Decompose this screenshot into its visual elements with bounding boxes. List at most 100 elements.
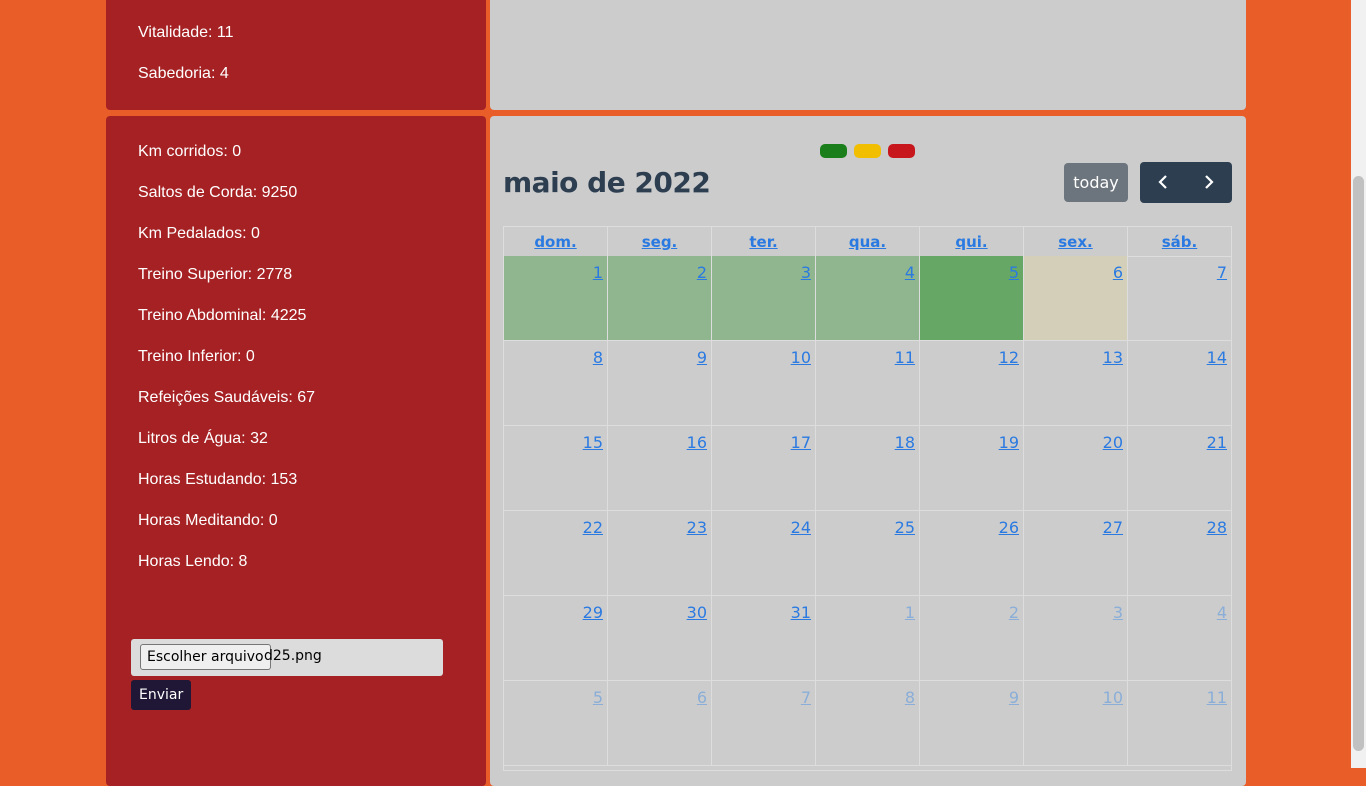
calendar-day-cell[interactable]: 31	[712, 596, 816, 681]
calendar-day-cell[interactable]: 4	[1128, 596, 1231, 681]
calendar-day-cell[interactable]: 5	[504, 681, 608, 766]
calendar-day-cell[interactable]: 3	[712, 256, 816, 341]
day-number-link[interactable]: 7	[1217, 263, 1227, 282]
prev-month-button[interactable]	[1140, 162, 1186, 203]
next-month-button[interactable]	[1186, 162, 1232, 203]
day-number-link[interactable]: 6	[697, 688, 707, 707]
calendar-day-cell[interactable]: 8	[816, 681, 920, 766]
today-button[interactable]: today	[1064, 163, 1128, 202]
scrollbar-thumb[interactable]	[1353, 176, 1364, 751]
calendar-day-cell[interactable]: 28	[1128, 511, 1231, 596]
day-number-link[interactable]: 3	[1113, 603, 1123, 622]
calendar-day-cell[interactable]: 18	[816, 426, 920, 511]
calendar-day-cell[interactable]: 7	[712, 681, 816, 766]
day-number-link[interactable]: 17	[791, 433, 811, 452]
day-number-link[interactable]: 30	[687, 603, 707, 622]
calendar-day-cell[interactable]: 13	[1024, 341, 1128, 426]
day-number-link[interactable]: 16	[687, 433, 707, 452]
calendar-day-cell[interactable]: 9	[920, 681, 1024, 766]
calendar-day-cell[interactable]: 20	[1024, 426, 1128, 511]
day-number-link[interactable]: 22	[583, 518, 603, 537]
calendar-day-cell[interactable]: 29	[504, 596, 608, 681]
day-number-link[interactable]: 15	[583, 433, 603, 452]
calendar-day-cell[interactable]: 14	[1128, 341, 1231, 426]
calendar-day-cell[interactable]: 10	[1024, 681, 1128, 766]
legend-yellow-dot	[854, 144, 881, 158]
day-number-link[interactable]: 13	[1103, 348, 1123, 367]
day-number-link[interactable]: 5	[1009, 263, 1019, 282]
calendar-day-cell[interactable]: 26	[920, 511, 1024, 596]
calendar-day-cell[interactable]: 21	[1128, 426, 1231, 511]
calendar-day-cell[interactable]: 17	[712, 426, 816, 511]
day-number-link[interactable]: 24	[791, 518, 811, 537]
day-number-link[interactable]: 21	[1207, 433, 1227, 452]
calendar-day-cell[interactable]: 16	[608, 426, 712, 511]
day-number-link[interactable]: 4	[905, 263, 915, 282]
day-number-link[interactable]: 8	[905, 688, 915, 707]
weekday-header[interactable]: seg.	[608, 227, 712, 257]
day-number-link[interactable]: 12	[999, 348, 1019, 367]
day-number-link[interactable]: 5	[593, 688, 603, 707]
day-number-link[interactable]: 31	[791, 603, 811, 622]
day-number-link[interactable]: 14	[1207, 348, 1227, 367]
day-number-link[interactable]: 1	[593, 263, 603, 282]
day-number-link[interactable]: 10	[1103, 688, 1123, 707]
choose-file-button[interactable]: Escolher arquivo	[140, 644, 271, 670]
calendar-day-cell[interactable]: 5	[920, 256, 1024, 341]
calendar-day-cell[interactable]: 24	[712, 511, 816, 596]
calendar-day-cell[interactable]: 7	[1128, 256, 1231, 341]
day-number-link[interactable]: 10	[791, 348, 811, 367]
calendar-day-cell[interactable]: 11	[1128, 681, 1231, 766]
day-number-link[interactable]: 7	[801, 688, 811, 707]
weekday-header[interactable]: qui.	[920, 227, 1024, 257]
day-number-link[interactable]: 6	[1113, 263, 1123, 282]
calendar-day-cell[interactable]: 8	[504, 341, 608, 426]
weekday-header[interactable]: sáb.	[1128, 227, 1231, 257]
calendar-day-cell[interactable]: 2	[608, 256, 712, 341]
calendar-day-cell[interactable]: 15	[504, 426, 608, 511]
day-number-link[interactable]: 18	[895, 433, 915, 452]
day-number-link[interactable]: 26	[999, 518, 1019, 537]
day-number-link[interactable]: 1	[905, 603, 915, 622]
weekday-header[interactable]: sex.	[1024, 227, 1128, 257]
calendar-day-cell[interactable]: 2	[920, 596, 1024, 681]
day-number-link[interactable]: 19	[999, 433, 1019, 452]
calendar-day-cell[interactable]: 19	[920, 426, 1024, 511]
calendar-day-cell[interactable]: 4	[816, 256, 920, 341]
day-number-link[interactable]: 9	[1009, 688, 1019, 707]
day-number-link[interactable]: 11	[895, 348, 915, 367]
day-number-link[interactable]: 11	[1207, 688, 1227, 707]
weekday-header[interactable]: dom.	[504, 227, 608, 257]
day-number-link[interactable]: 3	[801, 263, 811, 282]
day-number-link[interactable]: 2	[697, 263, 707, 282]
page-scrollbar[interactable]	[1351, 0, 1366, 768]
day-number-link[interactable]: 28	[1207, 518, 1227, 537]
day-number-link[interactable]: 25	[895, 518, 915, 537]
day-number-link[interactable]: 20	[1103, 433, 1123, 452]
calendar-day-cell[interactable]: 6	[608, 681, 712, 766]
calendar-day-cell[interactable]: 22	[504, 511, 608, 596]
calendar-day-cell[interactable]: 25	[816, 511, 920, 596]
day-number-link[interactable]: 29	[583, 603, 603, 622]
calendar-day-cell[interactable]: 23	[608, 511, 712, 596]
calendar-day-cell[interactable]: 1	[504, 256, 608, 341]
calendar-day-cell[interactable]: 1	[816, 596, 920, 681]
calendar-day-cell[interactable]: 30	[608, 596, 712, 681]
calendar-day-cell[interactable]: 27	[1024, 511, 1128, 596]
file-input[interactable]: Escolher arquivo d25.png	[131, 639, 443, 676]
weekday-header[interactable]: qua.	[816, 227, 920, 257]
calendar-day-cell[interactable]: 11	[816, 341, 920, 426]
submit-button[interactable]: Enviar	[131, 680, 192, 710]
day-number-link[interactable]: 2	[1009, 603, 1019, 622]
day-number-link[interactable]: 8	[593, 348, 603, 367]
calendar-day-cell[interactable]: 9	[608, 341, 712, 426]
day-number-link[interactable]: 27	[1103, 518, 1123, 537]
weekday-header[interactable]: ter.	[712, 227, 816, 257]
day-number-link[interactable]: 4	[1217, 603, 1227, 622]
calendar-day-cell[interactable]: 6	[1024, 256, 1128, 341]
calendar-day-cell[interactable]: 12	[920, 341, 1024, 426]
calendar-day-cell[interactable]: 10	[712, 341, 816, 426]
day-number-link[interactable]: 23	[687, 518, 707, 537]
day-number-link[interactable]: 9	[697, 348, 707, 367]
calendar-day-cell[interactable]: 3	[1024, 596, 1128, 681]
